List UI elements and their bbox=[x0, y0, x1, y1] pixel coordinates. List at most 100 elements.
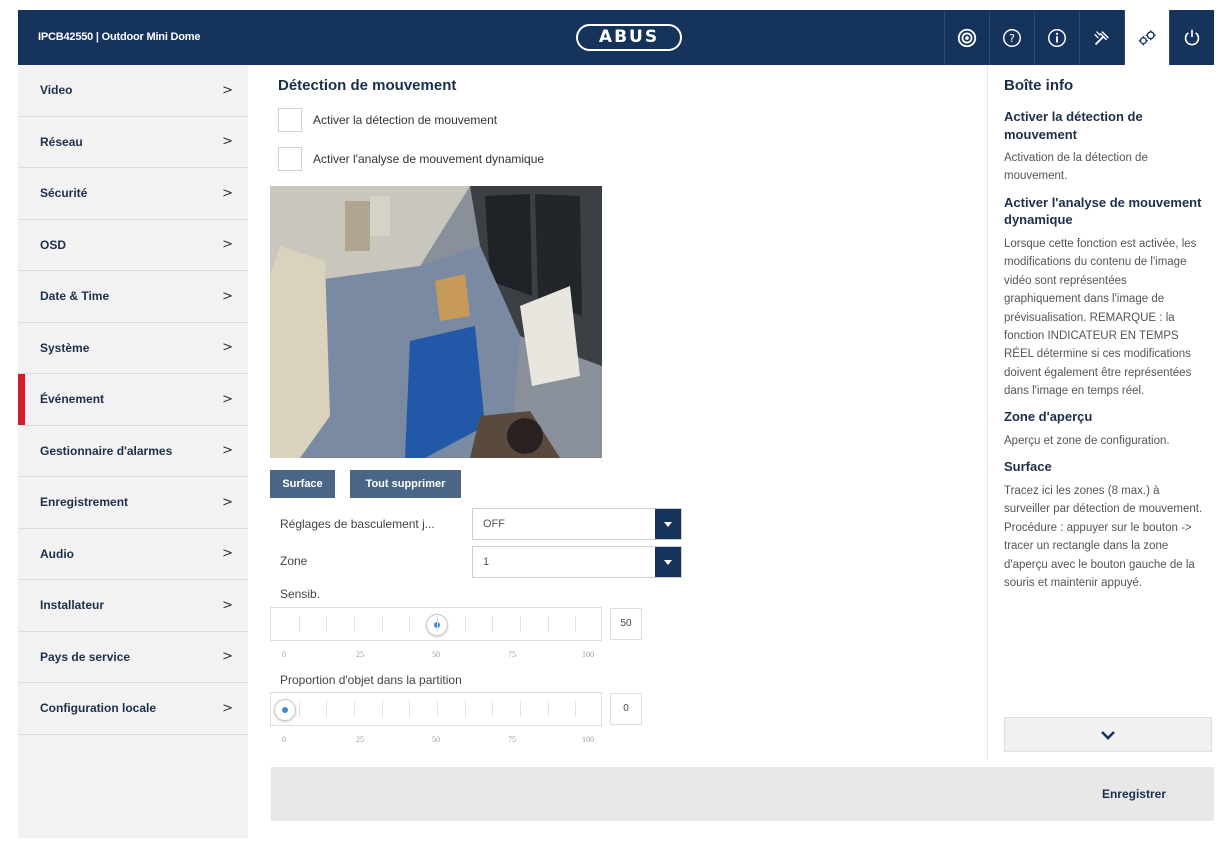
chevron-right-icon: > bbox=[222, 185, 233, 201]
sidebar-item-configuration-locale[interactable]: Configuration locale > bbox=[18, 683, 248, 735]
sidebar-item-enregistrement[interactable]: Enregistrement > bbox=[18, 477, 248, 529]
scale-label: 25 bbox=[356, 735, 364, 744]
slider-tick bbox=[298, 616, 300, 632]
sidebar-item-evenement[interactable]: Événement > bbox=[18, 374, 248, 426]
sidebar-item-audio[interactable]: Audio > bbox=[18, 529, 248, 580]
dynamic-analysis-row: Activer l'analyse de mouvement dynamique bbox=[278, 147, 544, 171]
slider-tick bbox=[381, 616, 383, 632]
settings-icon[interactable] bbox=[1124, 10, 1169, 65]
sidebar-item-label: Enregistrement bbox=[40, 495, 129, 510]
power-icon[interactable] bbox=[1169, 10, 1214, 65]
motion-detection-row: Activer la détection de mouvement bbox=[278, 108, 497, 132]
top-bar: IPCB42550 | Outdoor Mini Dome ABUS ? bbox=[18, 10, 1214, 65]
chevron-right-icon: > bbox=[222, 494, 233, 510]
sidebar-item-gestionnaire-alarmes[interactable]: Gestionnaire d'alarmes > bbox=[18, 426, 248, 477]
switch-settings-label: Réglages de basculement j... bbox=[280, 517, 435, 531]
scale-label: 100 bbox=[582, 650, 594, 659]
motion-detection-label: Activer la détection de mouvement bbox=[313, 113, 498, 127]
sidebar-item-label: Configuration locale bbox=[40, 701, 157, 716]
zone-label: Zone bbox=[280, 554, 308, 568]
save-button[interactable]: Enregistrer bbox=[1102, 767, 1166, 821]
main-panel: Détection de mouvement Activer la détect… bbox=[248, 65, 1214, 821]
sidebar-item-label: Installateur bbox=[40, 598, 105, 613]
slider-tick bbox=[354, 616, 355, 632]
chevron-right-icon: > bbox=[222, 134, 233, 150]
sidebar-item-pays-de-service[interactable]: Pays de service > bbox=[18, 632, 248, 683]
scroll-down-button[interactable] bbox=[1004, 717, 1212, 752]
sidebar-item-date-time[interactable]: Date & Time > bbox=[18, 271, 248, 323]
sensitivity-label: Sensib. bbox=[280, 587, 321, 601]
abus-logo: ABUS bbox=[576, 24, 682, 51]
slider-tick bbox=[492, 701, 494, 717]
chevron-right-icon: > bbox=[222, 340, 233, 356]
switch-settings-select[interactable]: OFF bbox=[472, 508, 682, 540]
proportion-label: Proportion d'objet dans la partition bbox=[280, 673, 462, 687]
sidebar-item-securite[interactable]: Sécurité > bbox=[18, 168, 248, 220]
proportion-scale: 0 25 50 75 100 bbox=[270, 735, 602, 747]
sensitivity-scale: 0 25 50 75 100 bbox=[270, 650, 602, 662]
info-section-title: Zone d'aperçu bbox=[1004, 409, 1093, 425]
slider-tick bbox=[464, 616, 466, 632]
slider-tick bbox=[520, 616, 521, 632]
slider-tick bbox=[520, 701, 521, 717]
chevron-right-icon: > bbox=[222, 649, 233, 665]
zone-select[interactable]: 1 bbox=[472, 546, 682, 578]
sidebar-item-label: Video bbox=[40, 83, 73, 98]
info-section-title: Activer l'analyse de mouvement dynamique bbox=[1004, 194, 1202, 228]
sidebar-item-osd[interactable]: OSD > bbox=[18, 220, 248, 271]
proportion-slider-handle[interactable] bbox=[274, 699, 296, 721]
chevron-down-icon bbox=[1101, 730, 1115, 740]
info-box: Boîte info Activer la détection de mouve… bbox=[987, 65, 1214, 760]
dynamic-analysis-checkbox[interactable] bbox=[278, 147, 302, 171]
slider-tick bbox=[381, 701, 383, 717]
motion-detection-checkbox[interactable] bbox=[278, 108, 302, 132]
dropdown-arrow-icon[interactable] bbox=[655, 509, 681, 539]
scale-label: 50 bbox=[432, 650, 440, 659]
sidebar-item-reseau[interactable]: Réseau > bbox=[18, 117, 248, 168]
scale-label: 0 bbox=[282, 650, 286, 659]
scale-label: 75 bbox=[508, 735, 516, 744]
chevron-right-icon: > bbox=[222, 391, 233, 407]
scale-label: 100 bbox=[582, 735, 594, 744]
info-section-text: Aperçu et zone de configuration. bbox=[1004, 435, 1170, 448]
proportion-slider[interactable] bbox=[270, 692, 602, 726]
camera-icon[interactable] bbox=[944, 10, 989, 65]
sidebar-item-installateur[interactable]: Installateur > bbox=[18, 580, 248, 632]
scale-label: 25 bbox=[356, 650, 364, 659]
sidebar-item-label: Système bbox=[40, 340, 90, 355]
info-content: Boîte info Activer la détection de mouve… bbox=[1004, 77, 1204, 717]
delete-all-button[interactable]: Tout supprimer bbox=[350, 470, 461, 498]
surface-button[interactable]: Surface bbox=[270, 470, 335, 498]
info-section-text: Lorsque cette fonction est activée, les … bbox=[1004, 237, 1197, 398]
scale-label: 50 bbox=[432, 735, 440, 744]
info-title: Boîte info bbox=[1004, 77, 1074, 94]
slider-tick bbox=[326, 616, 328, 632]
info-section-text: Activation de la détection de mouvement. bbox=[1004, 152, 1148, 183]
chevron-right-icon: > bbox=[222, 82, 233, 98]
slider-tick bbox=[409, 701, 411, 717]
chevron-right-icon: > bbox=[222, 443, 233, 459]
info-icon[interactable] bbox=[1034, 10, 1079, 65]
sidebar-item-label: Réseau bbox=[40, 134, 83, 149]
chevron-right-icon: > bbox=[222, 288, 233, 304]
scale-label: 0 bbox=[282, 735, 286, 744]
slider-tick bbox=[298, 701, 300, 717]
chevron-right-icon: > bbox=[222, 546, 233, 562]
slider-tick bbox=[326, 701, 328, 717]
tools-icon[interactable] bbox=[1079, 10, 1124, 65]
svg-text:?: ? bbox=[1009, 32, 1015, 45]
chevron-right-icon: > bbox=[222, 597, 233, 613]
help-icon[interactable]: ? bbox=[989, 10, 1034, 65]
sidebar-item-video[interactable]: Video > bbox=[18, 65, 248, 117]
proportion-value: 0 bbox=[610, 693, 642, 725]
dynamic-analysis-label: Activer l'analyse de mouvement dynamique bbox=[313, 152, 545, 166]
info-section-title: Activer la détection de mouvement bbox=[1004, 109, 1143, 142]
sidebar-item-label: Pays de service bbox=[40, 649, 131, 664]
dropdown-arrow-icon[interactable] bbox=[655, 547, 681, 577]
sensitivity-slider[interactable] bbox=[270, 607, 602, 641]
slider-tick bbox=[575, 701, 577, 717]
camera-preview[interactable] bbox=[270, 186, 602, 458]
sidebar-item-systeme[interactable]: Système > bbox=[18, 323, 248, 374]
sensitivity-value: 50 bbox=[610, 608, 642, 640]
slider-tick bbox=[409, 616, 411, 632]
